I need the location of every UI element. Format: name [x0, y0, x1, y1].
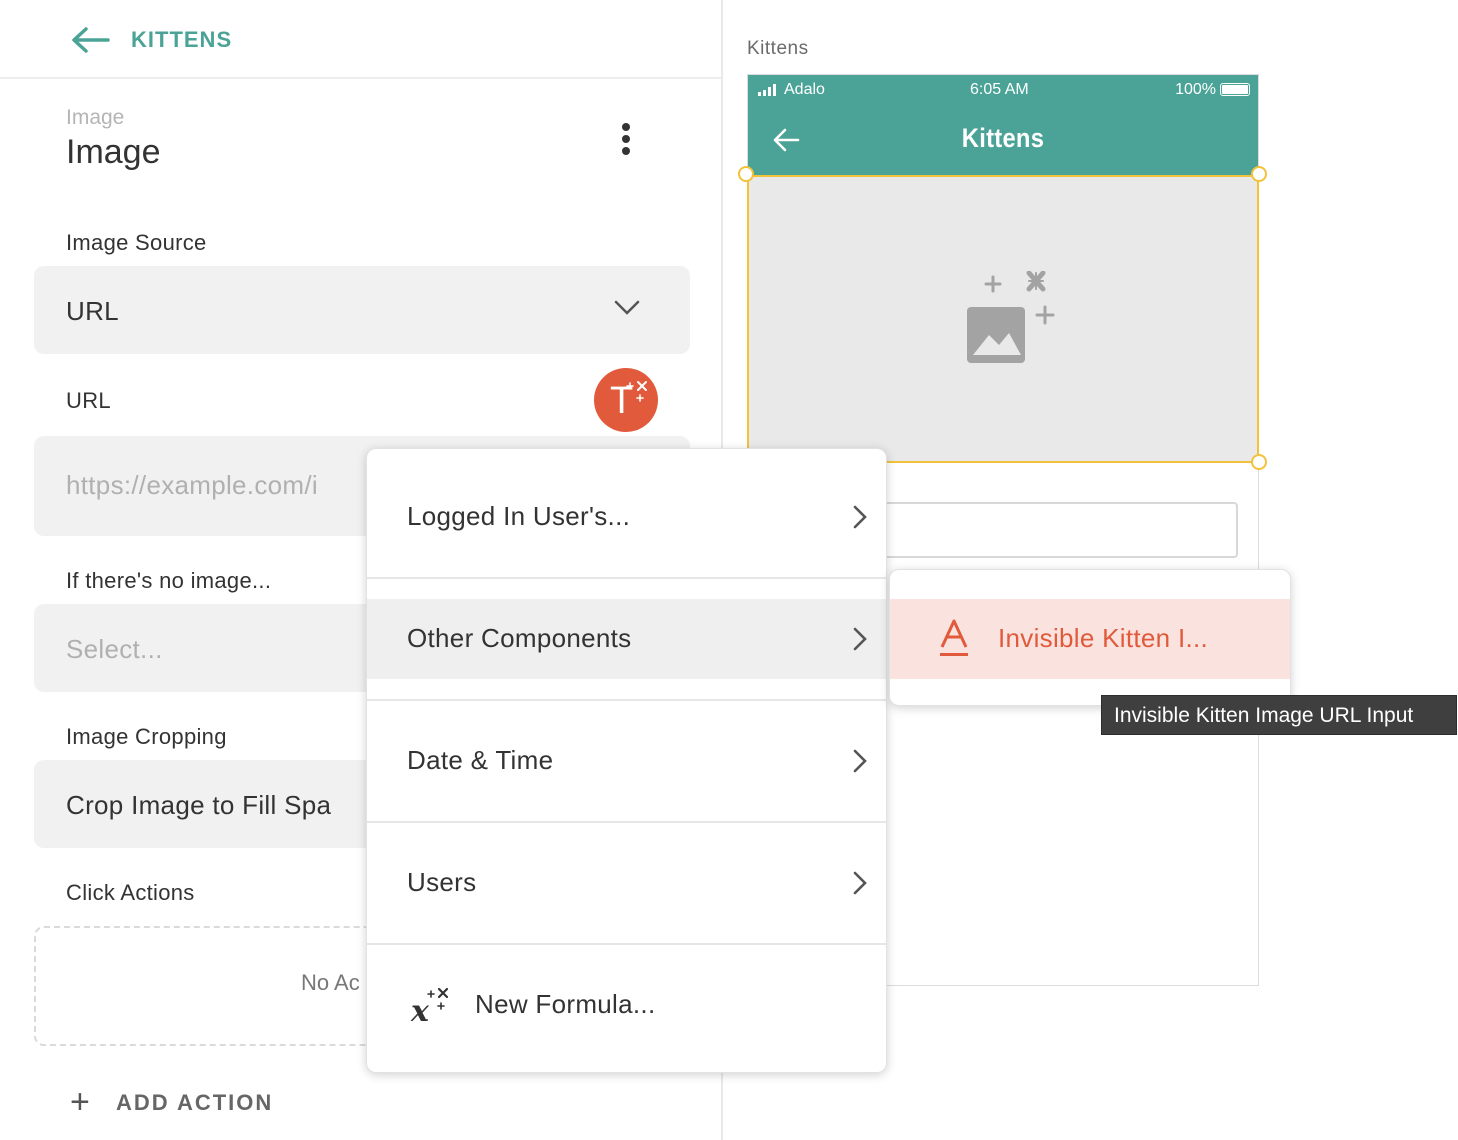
status-time: 6:05 AM — [970, 81, 1029, 98]
status-battery: 100% — [1175, 81, 1250, 99]
more-vertical-icon[interactable] — [612, 120, 640, 160]
other-components-submenu: Invisible Kitten I... — [889, 569, 1291, 706]
component-type-label: Image — [66, 106, 125, 129]
tooltip: Invisible Kitten Image URL Input — [1101, 695, 1457, 735]
text-input-component[interactable] — [870, 502, 1238, 558]
image-source-value: URL — [66, 296, 119, 326]
menu-divider — [367, 577, 886, 579]
back-link-kittens[interactable]: KITTENS — [131, 27, 232, 53]
image-cropping-label: Image Cropping — [66, 724, 227, 749]
svg-text:x: x — [410, 994, 430, 1025]
chevron-right-icon — [853, 749, 867, 773]
menu-item-users[interactable]: Users — [367, 843, 886, 923]
magic-text-button[interactable]: T — [594, 368, 658, 432]
panel-header: KITTENS — [0, 0, 721, 79]
no-image-label: If there's no image... — [66, 568, 272, 593]
menu-item-label: Users — [407, 867, 477, 897]
back-arrow-icon[interactable] — [70, 24, 110, 56]
app-bar[interactable]: Adalo 6:05 AM 100% Kittens — [748, 75, 1258, 176]
menu-item-label: Date & Time — [407, 745, 554, 775]
formula-icon: x — [410, 987, 449, 1025]
selected-image-component[interactable] — [747, 175, 1259, 463]
no-image-placeholder: Select... — [66, 634, 163, 664]
menu-item-date-time[interactable]: Date & Time — [367, 721, 886, 801]
app-bar-title: Kittens — [961, 123, 1045, 153]
plus-icon: + — [70, 1083, 90, 1121]
status-carrier: Adalo — [758, 81, 825, 99]
resize-handle-top-right[interactable] — [1251, 166, 1267, 182]
url-placeholder: https://example.com/i — [66, 470, 318, 500]
screen-name-label[interactable]: Kittens — [747, 38, 809, 60]
click-actions-label: Click Actions — [66, 880, 195, 905]
image-source-select[interactable]: URL — [34, 266, 690, 354]
image-source-label: Image Source — [66, 230, 207, 255]
menu-item-other-components[interactable]: Other Components — [367, 599, 886, 679]
add-action-label: ADD ACTION — [116, 1090, 274, 1115]
menu-divider — [367, 821, 886, 823]
menu-item-new-formula[interactable]: x New Formula... — [367, 965, 886, 1045]
no-actions-text: No Ac — [301, 970, 360, 995]
resize-handle-top-left[interactable] — [738, 166, 754, 182]
signal-icon — [758, 84, 776, 96]
chevron-right-icon — [853, 627, 867, 651]
resize-handle-bottom-right[interactable] — [1251, 454, 1267, 470]
submenu-item-label: Invisible Kitten I... — [998, 623, 1209, 653]
image-placeholder-icon — [967, 271, 1055, 363]
chevron-right-icon — [853, 871, 867, 895]
menu-item-label: New Formula... — [475, 989, 656, 1019]
menu-divider — [367, 699, 886, 701]
submenu-item-invisible-kitten-input[interactable]: Invisible Kitten I... — [890, 599, 1290, 679]
menu-item-label: Logged In User's... — [407, 501, 631, 531]
menu-item-logged-in-user[interactable]: Logged In User's... — [367, 477, 886, 557]
menu-divider — [367, 943, 886, 945]
chevron-down-icon — [614, 300, 640, 315]
url-label: URL — [66, 388, 111, 413]
battery-percent: 100% — [1175, 81, 1216, 98]
chevron-right-icon — [853, 505, 867, 529]
text-input-icon — [940, 619, 968, 656]
component-name[interactable]: Image — [66, 133, 161, 172]
menu-item-label: Other Components — [407, 623, 632, 653]
image-cropping-value: Crop Image to Fill Spa — [66, 790, 332, 820]
carrier-name: Adalo — [784, 81, 825, 98]
magic-text-menu: Logged In User's... Other Components Dat… — [366, 448, 887, 1073]
sparkle-icon — [626, 381, 647, 402]
battery-icon — [1220, 83, 1250, 96]
